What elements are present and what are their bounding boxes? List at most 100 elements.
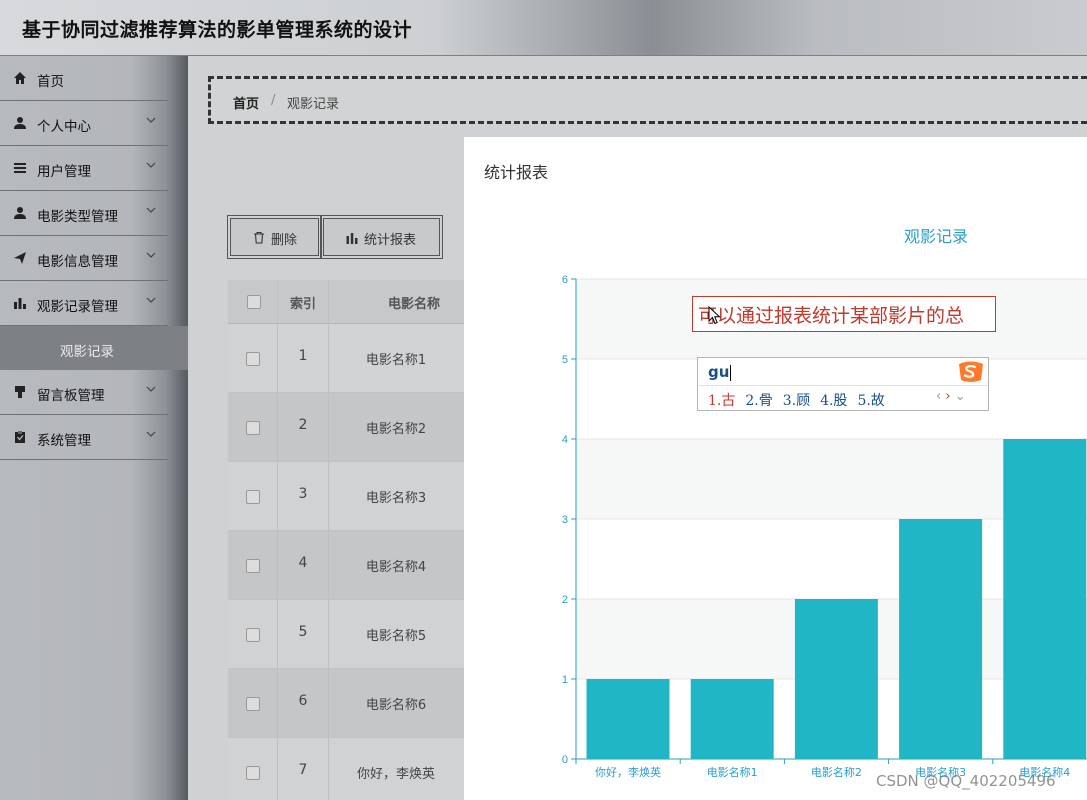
sidebar-item-profile[interactable]: 个人中心 <box>0 101 168 146</box>
x-tick-label: 电影名称2 <box>811 765 862 779</box>
chevron-down-icon <box>146 162 156 168</box>
report-modal: 统计报表 观影记录 0 1 2 3 4 5 6 你好，李焕英 电影名称1 电影名称2 电影名称3 电影… <box>464 137 1087 800</box>
sidebar-item-movie-types[interactable]: 电影类型管理 <box>0 191 168 236</box>
row-checkbox[interactable] <box>246 559 260 573</box>
ime-divider <box>698 385 988 386</box>
breadcrumb-home[interactable]: 首页 <box>233 93 259 112</box>
bar <box>1003 439 1087 759</box>
y-tick-label: 0 <box>562 754 568 766</box>
row-checkbox[interactable] <box>246 352 260 366</box>
sidebar-item-message-board[interactable]: 留言板管理 <box>0 370 168 415</box>
row-index: 2 <box>298 417 308 433</box>
row-index: 4 <box>298 555 308 571</box>
row-movie-name: 电影名称3 <box>365 491 427 506</box>
ime-prev-page-icon[interactable]: ‹ <box>936 389 941 404</box>
bar-chart-icon <box>346 233 358 244</box>
row-checkbox[interactable] <box>246 766 260 780</box>
ime-candidates: 1.古 2.骨 3.顾 4.股 5.故 <box>708 390 895 410</box>
row-checkbox[interactable] <box>246 628 260 642</box>
user-icon <box>14 207 26 219</box>
sidebar-item-system[interactable]: 系统管理 <box>0 415 168 460</box>
ime-composition: gu <box>708 363 732 381</box>
chevron-down-icon <box>146 252 156 258</box>
x-tick-label: 你好，李焕英 <box>595 765 661 779</box>
chevron-down-icon <box>146 297 156 303</box>
sogou-logo-icon <box>959 361 983 382</box>
bar-chart: 0123456你好，李焕英 电影名称1 电影名称2 电影名称3 电影名称4 <box>562 274 1087 779</box>
row-index: 5 <box>298 624 308 640</box>
table-row[interactable]: 5 电影名称5 <box>228 600 464 669</box>
row-movie-name: 电影名称2 <box>365 422 427 437</box>
table-row[interactable]: 4 电影名称4 <box>228 531 464 600</box>
sidebar-item-label: 首页 <box>37 74 64 90</box>
sidebar-item-label: 个人中心 <box>37 119 91 135</box>
message-icon <box>15 386 25 398</box>
records-table: 索引 电影名称 1 电影名称1 2 电影名称2 3 电影名称3 4 电影名称 4 … <box>228 280 464 800</box>
row-movie-name: 电影名称1 <box>365 353 427 368</box>
table-row[interactable]: 3 电影名称3 <box>228 462 464 531</box>
user-icon <box>14 117 26 129</box>
send-icon <box>14 252 26 264</box>
app-header: 基于协同过滤推荐算法的影单管理系统的设计 <box>0 0 1087 56</box>
ime-next-page-icon[interactable]: › <box>945 389 950 404</box>
row-checkbox[interactable] <box>246 490 260 504</box>
sidebar-item-label: 观影记录管理 <box>37 299 118 315</box>
bar <box>586 679 670 759</box>
annotation-text-box[interactable]: 可以通过报表统计某部影片的总 <box>692 296 996 332</box>
row-checkbox[interactable] <box>246 697 260 711</box>
row-index: 1 <box>298 348 308 364</box>
bar-chart-icon <box>14 298 26 309</box>
ime-candidate[interactable]: 2.骨 <box>745 393 772 409</box>
ime-candidate-window: gu 1.古 2.骨 3.顾 4.股 5.故 ‹ › ⌄ <box>697 357 989 411</box>
sidebar-subitem-label: 观影记录 <box>60 344 114 360</box>
breadcrumb-current: 观影记录 <box>287 97 340 112</box>
app-title: 基于协同过滤推荐算法的影单管理系统的设计 <box>22 19 413 41</box>
ime-expand-icon[interactable]: ⌄ <box>955 389 966 404</box>
ime-candidate[interactable]: 4.股 <box>820 393 847 409</box>
sidebar-item-label: 用户管理 <box>37 164 91 180</box>
ime-candidate[interactable]: 1.古 <box>708 393 735 409</box>
ime-candidate[interactable]: 3.顾 <box>783 393 810 409</box>
header-index: 索引 <box>290 297 317 312</box>
y-tick-label: 3 <box>562 514 568 526</box>
ime-composition-text: gu <box>708 363 730 381</box>
breadcrumb: 首页 / 观影记录 <box>208 76 1087 124</box>
header-movie-name: 电影名称 <box>388 297 441 312</box>
select-all-checkbox[interactable] <box>247 295 261 309</box>
row-movie-name: 电影名称5 <box>365 629 427 644</box>
chevron-down-icon <box>146 431 156 437</box>
sidebar-subitem-watch-records[interactable]: 观影记录 <box>0 326 188 370</box>
bar <box>690 679 774 759</box>
chevron-down-icon <box>146 207 156 213</box>
ime-navigation: ‹ › ⌄ <box>936 389 966 404</box>
bar <box>899 519 983 759</box>
report-button[interactable]: 统计报表 <box>320 215 443 259</box>
y-tick-label: 4 <box>562 434 568 446</box>
row-checkbox[interactable] <box>246 421 260 435</box>
list-icon <box>14 163 26 173</box>
column-divider <box>277 280 278 800</box>
sidebar-item-label: 电影信息管理 <box>37 254 118 270</box>
clipboard-icon <box>15 431 25 443</box>
sidebar-item-watch-records[interactable]: 观影记录管理 <box>0 281 168 326</box>
y-tick-label: 6 <box>562 274 568 286</box>
chevron-down-icon <box>146 117 156 123</box>
row-movie-name: 电影名称4 <box>365 560 427 575</box>
sidebar-item-label: 电影类型管理 <box>37 209 118 225</box>
sidebar-item-label: 留言板管理 <box>37 388 105 404</box>
sidebar-item-home[interactable]: 首页 <box>0 56 168 101</box>
y-tick-label: 5 <box>562 354 568 366</box>
row-index: 3 <box>298 486 308 502</box>
row-movie-name: 电影名称6 <box>365 698 427 713</box>
table-row[interactable]: 7 你好，李焕英 <box>228 738 464 800</box>
sidebar-item-users[interactable]: 用户管理 <box>0 146 168 191</box>
table-row[interactable]: 6 电影名称6 <box>228 669 464 738</box>
sidebar-item-movie-info[interactable]: 电影信息管理 <box>0 236 168 281</box>
home-icon <box>14 72 26 84</box>
table-row[interactable]: 2 电影名称2 <box>228 393 464 462</box>
trash-icon <box>254 231 264 244</box>
ime-candidate[interactable]: 5.故 <box>857 393 884 409</box>
delete-button[interactable]: 删除 <box>227 215 322 259</box>
table-row[interactable]: 1 电影名称1 <box>228 324 464 393</box>
watermark: CSDN @QQ_402205496 <box>876 772 1056 790</box>
